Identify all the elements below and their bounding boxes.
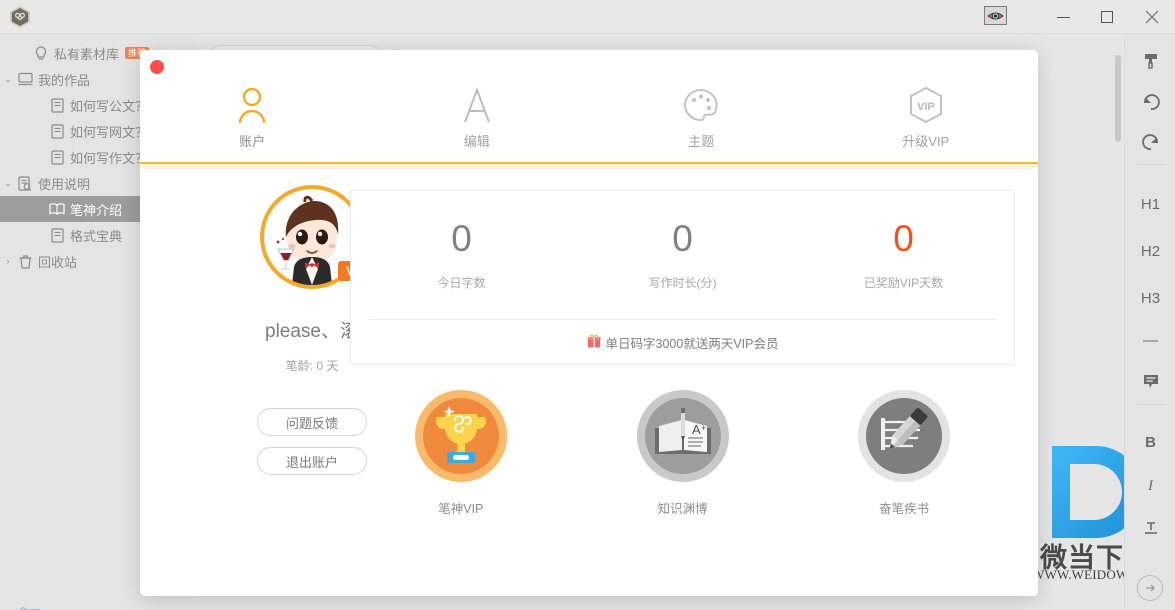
svg-text:+: + bbox=[701, 423, 706, 433]
stat-caption: 写作时长(分) bbox=[649, 274, 717, 291]
heading-2-button[interactable]: H2 bbox=[1125, 234, 1175, 268]
sidebar-item-label: 笔神介绍 bbox=[70, 200, 122, 219]
format-painter-icon[interactable] bbox=[1125, 44, 1175, 78]
stat-value: 0 bbox=[893, 220, 914, 257]
feature-label: 知识渊博 bbox=[658, 498, 708, 517]
doc-icon bbox=[48, 123, 66, 139]
svg-text:VIP: VIP bbox=[917, 101, 935, 113]
eye-icon[interactable] bbox=[984, 6, 1007, 25]
stats-row: 0 今日字数 0 写作时长(分) 0 已奖励VIP天数 bbox=[351, 191, 1014, 319]
lightbulb-icon bbox=[32, 45, 50, 61]
tab-account-label: 账户 bbox=[239, 131, 265, 150]
sidebar-item-label: 格式宝典 bbox=[70, 226, 122, 245]
feature-label: 奋笔疾书 bbox=[879, 498, 929, 517]
arrow-right-circle-icon[interactable] bbox=[1137, 575, 1163, 601]
title-bar bbox=[0, 0, 1175, 34]
bold-button[interactable]: B bbox=[1125, 425, 1175, 459]
features-row: 笔神VIP A bbox=[350, 390, 1015, 517]
vertical-scrollbar-thumb[interactable] bbox=[1115, 55, 1121, 142]
stats-card: 0 今日字数 0 写作时长(分) 0 已奖励VIP天数 bbox=[350, 190, 1015, 365]
trophy-badge-icon bbox=[415, 390, 507, 482]
sidebar-item-label: 如何写作文？ bbox=[70, 148, 148, 167]
stat-value: 0 bbox=[451, 220, 472, 257]
maximize-glyph bbox=[1101, 11, 1113, 23]
tab-theme-label: 主题 bbox=[688, 131, 714, 150]
chevron-icon[interactable]: ⌄ bbox=[0, 74, 16, 85]
toolbar-divider bbox=[1137, 164, 1165, 165]
heading-3-button[interactable]: H3 bbox=[1125, 281, 1175, 315]
undo-icon[interactable] bbox=[1125, 86, 1175, 120]
right-toolbar: H1 H2 H3 — B I bbox=[1124, 34, 1175, 610]
doc-icon bbox=[48, 227, 66, 243]
promo-row: 单日码字3000就送两天VIP会员 bbox=[351, 320, 1014, 365]
stat-writing-duration: 0 写作时长(分) bbox=[572, 191, 793, 319]
tab-edit-label: 编辑 bbox=[464, 131, 490, 150]
gift-icon bbox=[587, 334, 601, 351]
feature-label: 笔神VIP bbox=[438, 498, 483, 517]
doc-search-icon bbox=[16, 175, 34, 191]
strikethrough-button[interactable] bbox=[1125, 512, 1175, 546]
doc-icon bbox=[48, 149, 66, 165]
maximize-button[interactable] bbox=[1084, 0, 1130, 34]
tab-upgrade-vip-label: 升级VIP bbox=[902, 131, 949, 150]
feature-fast-writing[interactable]: 奋笔疾书 bbox=[793, 390, 1015, 517]
chevron-icon[interactable]: › bbox=[0, 256, 16, 266]
sliders-icon[interactable] bbox=[18, 605, 44, 610]
book-icon bbox=[16, 71, 34, 87]
pencil-badge-icon bbox=[858, 390, 950, 482]
minimize-glyph bbox=[1057, 17, 1070, 18]
sidebar-item-label: 使用说明 bbox=[38, 174, 90, 193]
app-hexagon-logo bbox=[8, 5, 32, 29]
stat-today-words: 0 今日字数 bbox=[351, 191, 572, 319]
palette-icon bbox=[683, 84, 719, 126]
tabs-underglow bbox=[140, 164, 1038, 169]
sidebar-item-label: 我的作品 bbox=[38, 70, 90, 89]
tab-edit[interactable]: 编辑 bbox=[365, 84, 590, 160]
comment-icon[interactable] bbox=[1125, 364, 1175, 398]
stat-vip-days-awarded: 0 已奖励VIP天数 bbox=[793, 191, 1014, 319]
stat-value: 0 bbox=[672, 220, 693, 257]
vip-hexagon-icon: VIP bbox=[909, 84, 943, 126]
chevron-icon[interactable]: ⌄ bbox=[0, 178, 16, 189]
modal-close-dot[interactable] bbox=[150, 60, 164, 74]
feature-knowledge[interactable]: A + 知识渊博 bbox=[572, 390, 794, 517]
svg-text:A: A bbox=[692, 422, 701, 437]
application-window: 私有素材库推荐⌄我的作品如何写公文？如何写网文？如何写作文？⌄使用说明笔神介绍格… bbox=[0, 0, 1175, 610]
promo-text: 单日码字3000就送两天VIP会员 bbox=[606, 333, 779, 352]
toolbar-divider-2 bbox=[1137, 404, 1165, 405]
redo-icon[interactable] bbox=[1125, 126, 1175, 160]
sidebar-item-label: 回收站 bbox=[38, 252, 77, 271]
sidebar-item-label: 如何写公文？ bbox=[70, 96, 148, 115]
tab-account[interactable]: 账户 bbox=[140, 84, 365, 160]
open-book-icon bbox=[48, 201, 66, 217]
stat-caption: 今日字数 bbox=[437, 274, 485, 291]
minimize-button[interactable] bbox=[1040, 0, 1086, 34]
letter-a-icon bbox=[460, 84, 494, 126]
feature-vip[interactable]: 笔神VIP bbox=[350, 390, 572, 517]
sidebar-item-label: 私有素材库 bbox=[54, 44, 119, 63]
avatar[interactable]: VIP bbox=[260, 185, 364, 289]
account-modal: 账户 编辑 bbox=[140, 50, 1038, 596]
tab-upgrade-vip[interactable]: VIP 升级VIP bbox=[814, 84, 1039, 160]
book-aplus-badge-icon: A + bbox=[637, 390, 729, 482]
user-icon bbox=[235, 84, 269, 126]
trash-icon bbox=[16, 253, 34, 269]
stat-caption: 已奖励VIP天数 bbox=[864, 274, 943, 291]
sidebar-item-label: 如何写网文？ bbox=[70, 122, 148, 141]
tab-theme[interactable]: 主题 bbox=[589, 84, 814, 160]
modal-tabs: 账户 编辑 bbox=[140, 84, 1038, 160]
italic-button[interactable]: I bbox=[1125, 469, 1175, 503]
close-button[interactable] bbox=[1129, 0, 1175, 34]
horizontal-rule-button[interactable]: — bbox=[1125, 323, 1175, 357]
heading-1-button[interactable]: H1 bbox=[1125, 187, 1175, 221]
close-icon bbox=[1145, 10, 1159, 24]
doc-icon bbox=[48, 97, 66, 113]
